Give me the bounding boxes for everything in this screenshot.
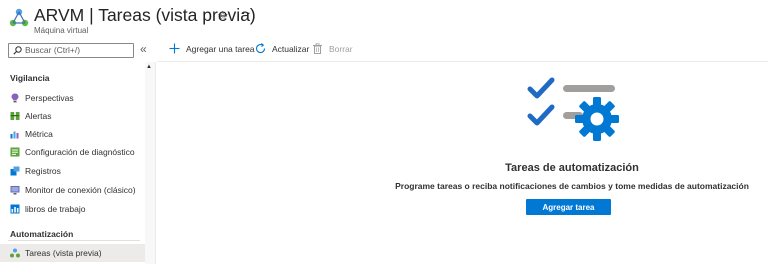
sidebar-item-label: Métrica — [25, 129, 53, 139]
section-header-automation: Automatización — [10, 229, 74, 239]
plus-icon — [169, 43, 180, 54]
sidebar-item-alerts[interactable]: Alertas — [0, 107, 145, 125]
sidebar-item-label: Perspectivas — [25, 93, 74, 103]
tasks-icon — [10, 248, 20, 258]
sidebar-item-label: libros de trabajo — [25, 204, 86, 214]
refresh-label: Actualizar — [272, 44, 310, 54]
sidebar-item-label: Configuración de diagnóstico — [25, 147, 135, 157]
sidebar-item-label: Registros — [25, 166, 61, 176]
sidebar-item-label: Tareas (vista previa) — [25, 248, 102, 258]
sidebar-item-diagnostic-settings[interactable]: Configuración de diagnóstico — [0, 143, 145, 161]
connection-monitor-icon — [10, 186, 20, 195]
sidebar-item-insights[interactable]: Perspectivas — [0, 89, 145, 107]
checkmark-icon — [527, 77, 555, 99]
logs-icon — [10, 166, 20, 176]
bar-line — [563, 85, 615, 92]
search-icon — [13, 46, 22, 55]
sidebar-border — [155, 62, 156, 264]
section-divider — [8, 240, 140, 241]
search-placeholder: Buscar (Ctrl+/) — [25, 45, 81, 55]
metrics-icon — [10, 131, 19, 139]
empty-state-title: Tareas de automatización — [505, 162, 639, 174]
add-task-label: Agregar una tarea — [186, 44, 255, 54]
refresh-icon — [255, 43, 266, 54]
gear-icon — [575, 97, 619, 141]
checkmark-icon — [527, 104, 555, 126]
ellipsis-icon[interactable]: ··· — [236, 5, 252, 20]
sidebar-item-label: Alertas — [25, 111, 52, 121]
lightbulb-icon — [11, 93, 19, 103]
trash-icon — [313, 43, 322, 54]
sidebar-scrollbar[interactable] — [145, 62, 155, 264]
scroll-up-icon[interactable]: ▲ — [146, 64, 152, 70]
sidebar-item-tasks[interactable]: Tareas (vista previa) — [0, 244, 145, 262]
sidebar: Buscar (Ctrl+/) « ▲ Vigilancia Perspecti… — [0, 40, 157, 264]
sidebar-item-logs[interactable]: Registros — [0, 162, 145, 180]
resource-type-label: Máquina virtual — [34, 26, 89, 35]
search-input[interactable]: Buscar (Ctrl+/) — [8, 43, 134, 58]
sidebar-item-connection-monitor[interactable]: Monitor de conexión (clásico) — [0, 181, 145, 199]
section-header-monitoring: Vigilancia — [10, 73, 50, 83]
toolbar-divider — [157, 61, 768, 62]
diagnostic-settings-icon — [10, 147, 20, 157]
workbooks-icon — [10, 204, 20, 214]
virtual-machine-icon — [9, 8, 29, 27]
collapse-sidebar-button[interactable]: « — [140, 42, 147, 56]
add-task-primary-button[interactable]: Agregar tarea — [526, 199, 611, 215]
page-header: ARVM | Tareas (vista previa) ☆ ··· Máqui… — [0, 0, 768, 38]
sidebar-item-metrics[interactable]: Métrica — [0, 125, 145, 143]
star-icon[interactable]: ☆ — [217, 8, 229, 24]
alert-icon — [10, 112, 20, 120]
delete-label: Borrar — [329, 44, 353, 54]
automation-tasks-illustration — [527, 77, 619, 141]
sidebar-item-workbooks[interactable]: libros de trabajo — [0, 200, 145, 218]
empty-state-description: Programe tareas o reciba notificaciones … — [395, 181, 749, 191]
sidebar-item-label: Monitor de conexión (clásico) — [25, 185, 136, 195]
